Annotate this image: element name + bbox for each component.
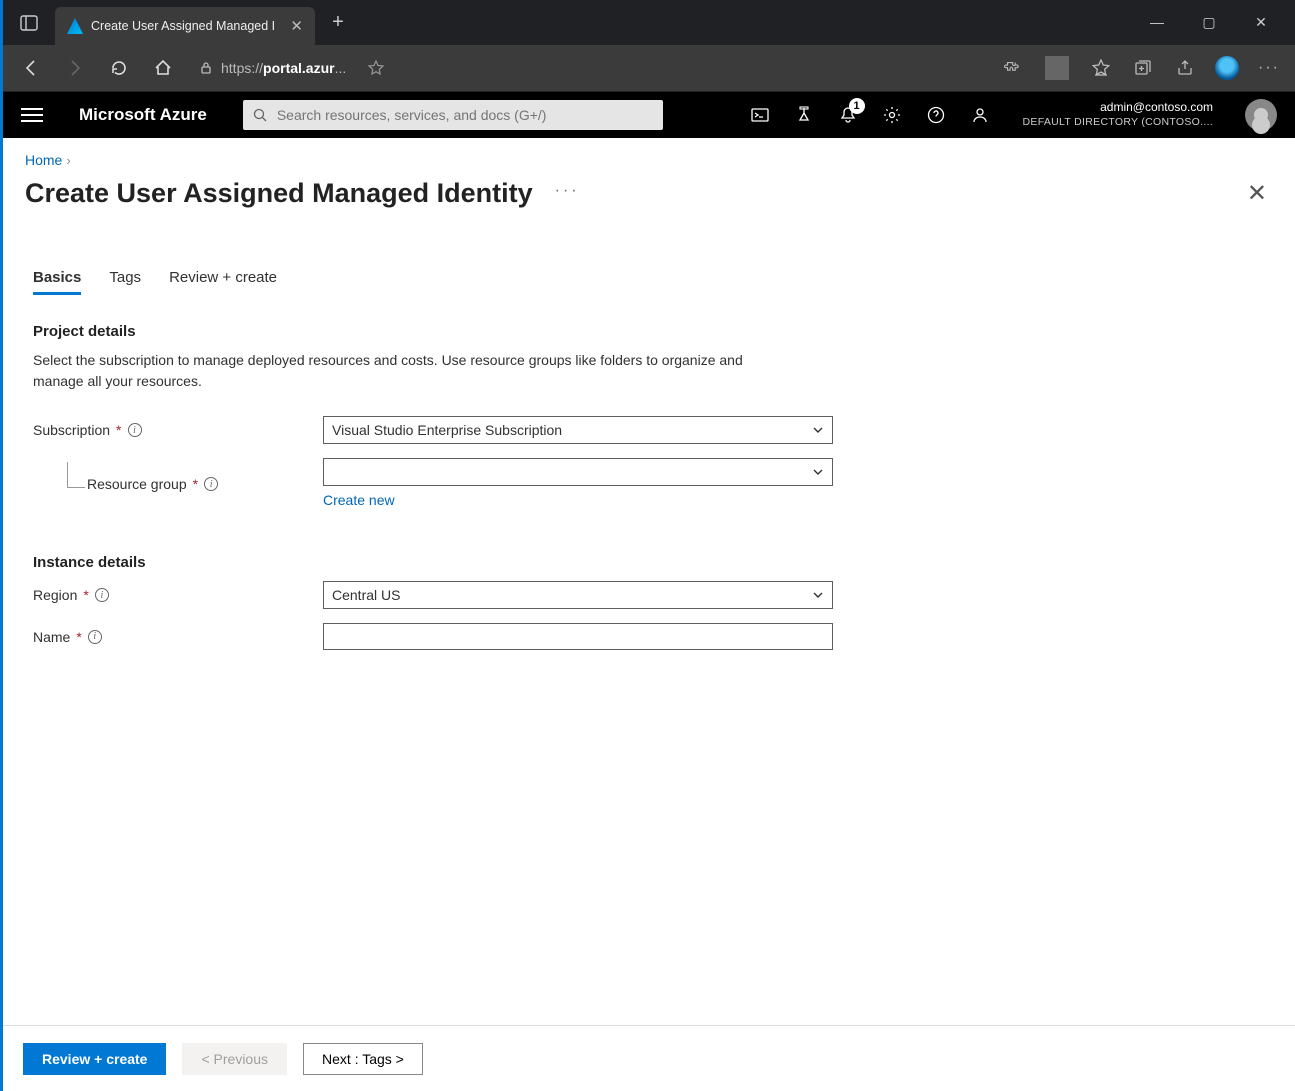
- page-header: Create User Assigned Managed Identity ··…: [3, 174, 1295, 209]
- next-button[interactable]: Next : Tags >: [303, 1043, 423, 1075]
- more-menu-icon[interactable]: ···: [1257, 56, 1281, 80]
- portal-menu-button[interactable]: [21, 104, 43, 126]
- search-box[interactable]: [243, 100, 663, 130]
- tab-title: Create User Assigned Managed I: [91, 19, 275, 33]
- subscription-value: Visual Studio Enterprise Subscription: [332, 422, 562, 438]
- chevron-right-icon: ›: [66, 153, 70, 168]
- project-details-title: Project details: [33, 323, 1265, 340]
- tab-tags[interactable]: Tags: [109, 269, 141, 295]
- required-indicator: *: [76, 629, 81, 645]
- collections-icon[interactable]: [1131, 56, 1155, 80]
- profile-picture[interactable]: [1215, 56, 1239, 80]
- info-icon[interactable]: i: [95, 588, 109, 602]
- chevron-down-icon: [812, 589, 824, 601]
- required-indicator: *: [83, 587, 88, 603]
- chevron-down-icon: [812, 466, 824, 478]
- subscription-row: Subscription * i Visual Studio Enterpris…: [33, 416, 1265, 444]
- region-label: Region: [33, 587, 77, 603]
- required-indicator: *: [116, 422, 121, 438]
- project-details-description: Select the subscription to manage deploy…: [33, 350, 793, 392]
- window-minimize-button[interactable]: —: [1143, 14, 1171, 31]
- help-icon[interactable]: [925, 104, 947, 126]
- tab-close-button[interactable]: ✕: [290, 17, 303, 35]
- info-icon[interactable]: i: [88, 630, 102, 644]
- settings-icon[interactable]: [881, 104, 903, 126]
- browser-titlebar: Create User Assigned Managed I ✕ + — ▢ ✕: [3, 0, 1295, 45]
- page-title: Create User Assigned Managed Identity: [25, 178, 533, 209]
- tabs: Basics Tags Review + create: [33, 269, 1265, 295]
- notification-badge: 1: [849, 98, 865, 114]
- notifications-icon[interactable]: 1: [837, 104, 859, 126]
- tab-actions-button[interactable]: [11, 5, 47, 41]
- form-area: Basics Tags Review + create Project deta…: [3, 209, 1295, 650]
- previous-button: < Previous: [182, 1043, 287, 1075]
- back-button[interactable]: [13, 50, 49, 86]
- toolbar-icons: ···: [1001, 56, 1285, 80]
- favorites-icon[interactable]: [1089, 56, 1113, 80]
- window-maximize-button[interactable]: ▢: [1195, 14, 1223, 31]
- browser-tab[interactable]: Create User Assigned Managed I ✕: [55, 7, 315, 45]
- review-create-button[interactable]: Review + create: [23, 1043, 166, 1075]
- info-icon[interactable]: i: [128, 423, 142, 437]
- resource-group-row: Resource group * i Create new: [33, 458, 1265, 510]
- search-icon: [253, 108, 267, 122]
- forward-button[interactable]: [57, 50, 93, 86]
- page-menu-button[interactable]: ···: [555, 182, 580, 200]
- subscription-dropdown[interactable]: Visual Studio Enterprise Subscription: [323, 416, 833, 444]
- feedback-icon[interactable]: [969, 104, 991, 126]
- tab-basics[interactable]: Basics: [33, 269, 81, 295]
- info-icon[interactable]: i: [204, 477, 218, 491]
- create-new-link[interactable]: Create new: [323, 492, 395, 508]
- required-indicator: *: [193, 476, 198, 492]
- instance-details-title: Instance details: [33, 554, 1265, 571]
- favorite-button[interactable]: [368, 60, 384, 76]
- user-email: admin@contoso.com: [1023, 100, 1213, 116]
- name-label: Name: [33, 629, 70, 645]
- azure-favicon-icon: [67, 18, 83, 34]
- lock-icon: [199, 61, 213, 75]
- share-icon[interactable]: [1173, 56, 1197, 80]
- page-close-button[interactable]: ✕: [1241, 179, 1273, 208]
- name-input[interactable]: [323, 623, 833, 650]
- home-button[interactable]: [145, 50, 181, 86]
- subscription-label: Subscription: [33, 422, 110, 438]
- region-value: Central US: [332, 587, 400, 603]
- footer: Review + create < Previous Next : Tags >: [3, 1025, 1295, 1091]
- region-dropdown[interactable]: Central US: [323, 581, 833, 609]
- resource-group-label: Resource group: [87, 476, 187, 492]
- tab-review[interactable]: Review + create: [169, 269, 277, 295]
- resource-group-dropdown[interactable]: [323, 458, 833, 486]
- refresh-button[interactable]: [101, 50, 137, 86]
- window-close-button[interactable]: ✕: [1247, 14, 1275, 31]
- extensions-icon[interactable]: [1001, 56, 1025, 80]
- search-input[interactable]: [277, 107, 653, 123]
- browser-toolbar: https://portal.azur... ···: [3, 45, 1295, 92]
- user-account[interactable]: admin@contoso.com DEFAULT DIRECTORY (CON…: [1023, 100, 1213, 129]
- azure-banner: Microsoft Azure 1 admin@contoso.com DEFA…: [3, 92, 1295, 138]
- cloud-shell-icon[interactable]: [749, 104, 771, 126]
- address-bar[interactable]: https://portal.azur...: [189, 51, 394, 85]
- tree-connector: [67, 462, 85, 488]
- breadcrumb-home[interactable]: Home: [25, 152, 62, 168]
- region-row: Region * i Central US: [33, 581, 1265, 609]
- user-avatar-icon[interactable]: [1245, 99, 1277, 131]
- chevron-down-icon: [812, 424, 824, 436]
- user-directory: DEFAULT DIRECTORY (CONTOSO....: [1023, 116, 1213, 130]
- directory-filter-icon[interactable]: [793, 104, 815, 126]
- azure-logo[interactable]: Microsoft Azure: [79, 105, 207, 125]
- name-row: Name * i: [33, 623, 1265, 650]
- new-tab-button[interactable]: +: [323, 8, 353, 38]
- breadcrumb: Home ›: [3, 138, 1295, 174]
- url-text: https://portal.azur...: [221, 60, 346, 76]
